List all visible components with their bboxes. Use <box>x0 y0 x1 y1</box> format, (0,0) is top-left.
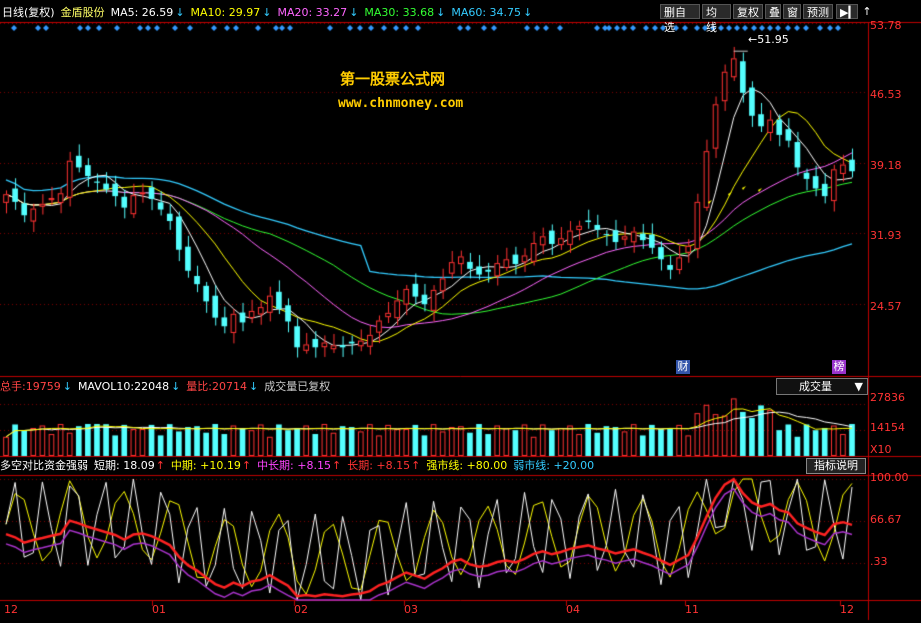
toolbar-button-1[interactable]: 均线 <box>702 4 731 34</box>
indicator-item-5: 弱市线: +20.00 <box>513 459 595 472</box>
indicator-item-2: 中长期: +8.15 <box>257 459 331 472</box>
ma-item-ma20: MA20: 33.27 <box>277 6 348 19</box>
up-arrow-icon: ↑ <box>155 459 165 472</box>
indicator-item-3: 长期: +8.15 <box>347 459 411 472</box>
date-tick-01: 01 <box>152 603 166 616</box>
date-tick-04: 04 <box>566 603 580 616</box>
finance-marker[interactable]: 财 <box>676 360 690 374</box>
price-header: 日线(复权) 金盾股份 MA5: 26.59 ↓ MA10: 29.97 ↓ MA20: 3… <box>2 5 544 21</box>
indicator-axis-100: 100.00 <box>870 471 909 484</box>
total-volume-value: 19759 <box>25 380 61 393</box>
ma-item-ma5: MA5: 26.59 <box>110 6 174 19</box>
date-tick-02: 02 <box>294 603 308 616</box>
ma-item-ma60: MA60: 34.75 <box>451 6 522 19</box>
down-arrow-icon: ↓ <box>436 6 446 19</box>
volume-axis-top: 27836 <box>870 391 905 404</box>
volume-header: 总手:19759 ↓ MAVOL10:22048 ↓ 量比:20714 ↓ 成交量已复权 <box>0 380 331 393</box>
down-arrow-icon: ↓ <box>349 6 359 19</box>
toolbar-button-4[interactable]: 窗 <box>783 4 801 19</box>
indicator-header: 多空对比资金强弱 短期: 18.09↑ 中期: +10.19↑ 中长期: +8.15↑… <box>0 458 606 474</box>
ma-legend: MA5: 26.59 ↓ MA10: 29.97 ↓ MA20: 33.27 ↓ MA30:… <box>111 6 539 19</box>
indicator-axis-33: .33 <box>870 555 888 568</box>
volume-unit: X10 <box>870 443 892 456</box>
peak-label: ←51.95 <box>748 33 789 46</box>
toolbar-button-0[interactable]: 删自选 <box>660 4 700 34</box>
down-arrow-icon: ↓ <box>175 6 185 19</box>
mavol-value: 22048 <box>134 380 170 393</box>
indicator-item-4: 强市线: +80.00 <box>426 459 508 472</box>
dropdown-arrow-icon: ▼ <box>854 380 863 393</box>
volume-selector[interactable]: 成交量 ▼ <box>776 378 868 395</box>
ranking-marker[interactable]: 榜 <box>832 360 846 374</box>
price-tick-4: 24.57 <box>870 300 902 313</box>
arrow-up-icon[interactable]: ↑ <box>860 4 874 19</box>
price-tick-1: 46.53 <box>870 88 902 101</box>
date-tick-11: 11 <box>685 603 699 616</box>
stock-name: 金盾股份 <box>60 6 105 19</box>
price-tick-3: 31.93 <box>870 229 902 242</box>
toolbar-button-2[interactable]: 复权 <box>733 4 763 19</box>
price-tick-2: 39.18 <box>870 159 902 172</box>
indicator-help-button[interactable]: 指标说明 <box>806 458 866 474</box>
indicator-axis-66: 66.67 <box>870 513 902 526</box>
volume-note: 成交量已复权 <box>264 380 331 393</box>
up-arrow-icon: ↑ <box>241 459 252 472</box>
ma-item-ma10: MA10: 29.97 <box>190 6 261 19</box>
indicator-name: 多空对比资金强弱 <box>0 459 88 472</box>
volume-ratio-value: 20714 <box>212 380 248 393</box>
ma-item-ma30: MA30: 33.68 <box>364 6 435 19</box>
date-tick-03: 03 <box>404 603 418 616</box>
play-next-icon[interactable]: ▶▎ <box>836 4 858 19</box>
toolbar-button-5[interactable]: 预测 <box>803 4 833 19</box>
up-arrow-icon: ↑ <box>331 459 342 472</box>
indicator-item-1: 中期: +10.19 <box>170 459 241 472</box>
toolbar-button-3[interactable]: 叠 <box>765 4 781 19</box>
stock-chart-canvas[interactable] <box>0 0 921 623</box>
watermark-title: 第一股票公式网 <box>340 70 446 88</box>
date-tick-12: 12 <box>840 603 854 616</box>
volume-axis-mid: 14154 <box>870 421 905 434</box>
down-arrow-icon: ↓ <box>262 6 272 19</box>
period-label: 日线(复权) <box>2 6 55 19</box>
down-arrow-icon: ↓ <box>523 6 533 19</box>
date-tick-12: 12 <box>4 603 18 616</box>
indicator-item-0: 短期: 18.09 <box>94 459 155 472</box>
up-arrow-icon: ↑ <box>411 459 421 472</box>
watermark-url: www.chnmoney.com <box>338 96 464 111</box>
price-tick-0: 53.78 <box>870 19 902 32</box>
